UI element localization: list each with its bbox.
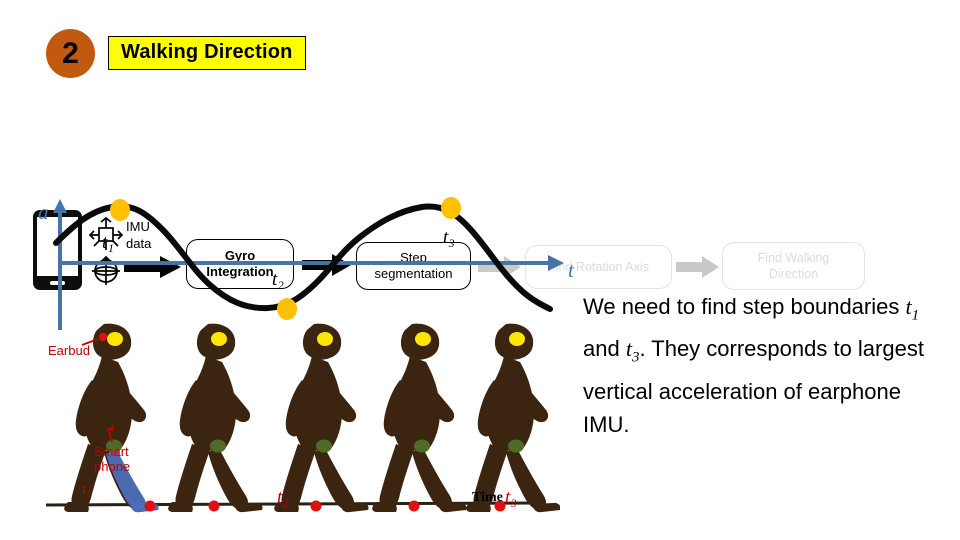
pocket-phone-marker-4 xyxy=(414,439,430,453)
walker-figure-5 xyxy=(466,323,560,513)
arrow-rotation-axis-to-walking-direction-icon xyxy=(676,256,719,278)
stage-walk-line2: Direction xyxy=(768,267,819,281)
chart-annotation-t1: t₁ xyxy=(102,232,114,253)
earbud-marker-2 xyxy=(211,332,227,346)
explanation-paragraph: We need to find step boundaries t1 and t… xyxy=(583,290,943,441)
chart-xlabel: t xyxy=(568,258,574,282)
ground-axis-time-label: Time xyxy=(472,490,503,505)
pipeline-stage-find-walking-direction[interactable]: Find Walking Direction xyxy=(722,242,865,290)
pocket-phone-marker-2 xyxy=(210,439,226,453)
chart-marker-t3 xyxy=(441,197,461,219)
walker-figure-2 xyxy=(168,323,263,513)
chart-curve-vertical-acceleration xyxy=(53,203,553,312)
page-title: Walking Direction xyxy=(108,36,306,70)
earbud-dot-1 xyxy=(98,332,108,342)
stage-walk-line1: Find Walking xyxy=(757,251,830,265)
explanation-segment-2: and xyxy=(583,336,626,362)
earbud-marker-1 xyxy=(107,332,123,346)
walker-figure-3 xyxy=(274,323,369,513)
earbud-marker-5 xyxy=(509,332,525,346)
foot-contact-marker-1 xyxy=(144,500,156,512)
earbud-marker-3 xyxy=(317,332,333,346)
pocket-phone-marker-5 xyxy=(508,439,524,453)
chart-annotation-t2: t₂ xyxy=(272,269,284,290)
slide-header: 2 Walking Direction xyxy=(0,0,960,90)
earbud-marker-4 xyxy=(415,332,431,346)
chart-annotation-t3: t₃ xyxy=(443,227,455,248)
step-number-badge: 2 xyxy=(46,29,95,78)
ground-label-t1: t₁ xyxy=(82,482,92,498)
walker-figure-4 xyxy=(372,323,467,513)
annotation-smartphone-line2: phone xyxy=(94,459,131,474)
chart-axis-horizontal xyxy=(60,255,564,271)
explanation-segment-1: We need to find step boundaries xyxy=(583,294,906,319)
chart-marker-t1 xyxy=(110,199,130,221)
explanation-var-t3: t3 xyxy=(625,336,640,366)
acceleration-waveform-chart xyxy=(53,197,564,330)
annotation-smartphone: Smart phone xyxy=(94,444,152,474)
explanation-var-t1: t1 xyxy=(905,294,920,324)
pocket-phone-marker-3 xyxy=(316,439,332,453)
ground-label-t3: t₃ xyxy=(505,487,517,508)
foot-contact-marker-3 xyxy=(310,500,322,512)
annotation-smartphone-line1: Smart xyxy=(94,444,129,459)
chart-marker-t2 xyxy=(277,298,297,320)
ground-label-t2: t₂ xyxy=(277,487,289,508)
foot-contact-marker-4 xyxy=(408,500,420,512)
foot-contact-marker-2 xyxy=(208,500,220,512)
annotation-earbud: Earbud xyxy=(48,343,90,358)
chart-ylabel: a xyxy=(38,200,49,224)
